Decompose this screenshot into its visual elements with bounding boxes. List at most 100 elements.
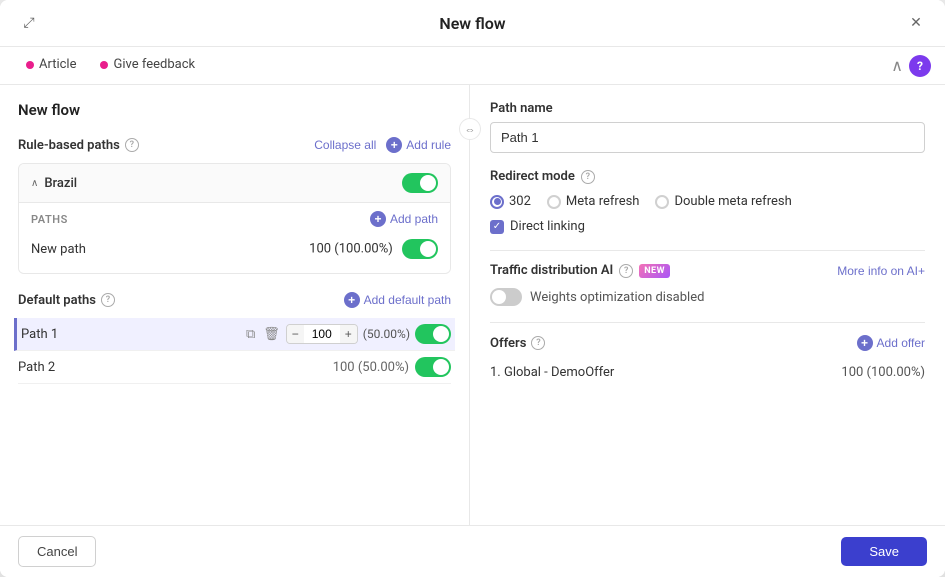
header-right-icons: ✕ [905, 12, 927, 34]
default-paths-header: Default paths ? + Add default path [18, 292, 451, 308]
offer-row-1: 1. Global - DemoOffer 100 (100.00%) [490, 361, 925, 384]
left-panel: New flow Rule-based paths ? Collapse all… [0, 85, 470, 525]
tab-feedback-dot [100, 61, 108, 69]
add-rule-label: Add rule [406, 138, 451, 152]
brazil-path-name: New path [31, 242, 86, 257]
rule-based-header: Rule-based paths ? Collapse all + Add ru… [18, 137, 451, 153]
path-1-toggle[interactable] [415, 324, 451, 344]
redirect-mode-section: Redirect mode ? 302 Meta refresh Double … [490, 169, 925, 234]
modal-footer: Cancel Save [0, 525, 945, 577]
weights-toggle[interactable] [490, 288, 522, 306]
copy-path-1-button[interactable]: ⧉ [244, 324, 257, 344]
radio-meta-refresh-label: Meta refresh [566, 194, 640, 209]
resize-handle[interactable]: ⇔ [459, 118, 481, 140]
separator-2 [490, 322, 925, 323]
add-rule-button[interactable]: + Add rule [386, 137, 451, 153]
radio-meta-refresh-circle [547, 195, 561, 209]
offers-label: Offers [490, 336, 526, 351]
default-path-row-1[interactable]: Path 1 ⧉ 🗑 − + (50.00%) [14, 318, 455, 351]
tab-article-dot [26, 61, 34, 69]
radio-double-meta-refresh-label: Double meta refresh [674, 194, 791, 209]
rule-group-brazil: ∧ Brazil PATHS + Add path New path [18, 163, 451, 274]
default-path-1-controls: ⧉ 🗑 [244, 324, 282, 344]
tabs-collapse-button[interactable]: ∧ [891, 56, 903, 76]
radio-double-meta-refresh-circle [655, 195, 669, 209]
add-default-path-button[interactable]: + Add default path [344, 292, 451, 308]
tab-feedback[interactable]: Give feedback [88, 47, 207, 84]
brazil-paths-header: PATHS + Add path [31, 211, 438, 227]
path-name-label: Path name [490, 101, 925, 116]
direct-linking-checkbox[interactable] [490, 220, 504, 234]
default-paths-section: Default paths ? + Add default path Path … [18, 292, 451, 384]
offer-1-weight: 100 (100.00%) [841, 365, 925, 380]
default-path-2-name: Path 2 [18, 360, 333, 375]
direct-linking-row: Direct linking [490, 219, 925, 234]
weight-plus-1-button[interactable]: + [340, 325, 357, 343]
rule-based-actions: Collapse all + Add rule [314, 137, 451, 153]
default-path-row-2[interactable]: Path 2 100 (50.00%) [18, 351, 451, 384]
radio-302-label: 302 [509, 194, 531, 209]
rule-based-help-icon[interactable]: ? [125, 138, 139, 152]
default-path-1-name: Path 1 [21, 327, 244, 342]
add-offer-button[interactable]: + Add offer [857, 335, 925, 351]
modal-header: ⤢ New flow ✕ [0, 0, 945, 47]
brazil-toggle[interactable] [402, 173, 438, 193]
redirect-mode-help-icon[interactable]: ? [581, 170, 595, 184]
right-panel: Path name Redirect mode ? 302 Meta refre… [470, 85, 945, 525]
close-icon[interactable]: ✕ [905, 12, 927, 34]
brazil-path-weight-value: 100 (100.00%) [309, 241, 393, 256]
modal-body: ⇔ New flow Rule-based paths ? Collapse a… [0, 85, 945, 525]
traffic-ai-header: Traffic distribution AI ? NEW More info … [490, 263, 925, 278]
modal-title: New flow [40, 14, 905, 33]
separator-1 [490, 250, 925, 251]
add-default-path-label: Add default path [364, 293, 451, 307]
redirect-mode-radio-group: 302 Meta refresh Double meta refresh [490, 194, 925, 209]
path-name-input[interactable] [490, 122, 925, 153]
modal: ⤢ New flow ✕ Article Give feedback ∧ ? ⇔… [0, 0, 945, 577]
rule-based-label: Rule-based paths [18, 138, 120, 153]
add-rule-icon: + [386, 137, 402, 153]
default-path-2-weight: 100 (50.00%) [333, 360, 409, 375]
redirect-mode-label: Redirect mode [490, 169, 575, 184]
brazil-label: Brazil [44, 176, 77, 191]
save-button[interactable]: Save [841, 537, 927, 566]
more-info-button[interactable]: More info on AI+ [837, 264, 925, 278]
path-2-percent: (50.00%) [358, 360, 409, 375]
weight-input-1[interactable] [304, 325, 340, 343]
default-paths-label: Default paths [18, 293, 96, 308]
brazil-path-toggle[interactable] [402, 239, 438, 259]
add-path-icon: + [370, 211, 386, 227]
add-default-path-icon: + [344, 292, 360, 308]
radio-double-meta-refresh[interactable]: Double meta refresh [655, 194, 791, 209]
offers-help-icon[interactable]: ? [531, 336, 545, 350]
left-panel-title: New flow [18, 101, 451, 119]
weight-minus-1-button[interactable]: − [287, 325, 304, 343]
add-path-button[interactable]: + Add path [370, 211, 438, 227]
collapse-all-button[interactable]: Collapse all [314, 138, 376, 152]
add-path-label: Add path [390, 212, 438, 226]
expand-icon[interactable]: ⤢ [18, 12, 40, 34]
radio-302-circle [490, 195, 504, 209]
tabs-right: ∧ ? [891, 55, 931, 77]
rule-group-brazil-name: ∧ Brazil [31, 176, 77, 191]
default-paths-help-icon[interactable]: ? [101, 293, 115, 307]
rule-based-title: Rule-based paths ? [18, 138, 139, 153]
offer-1-name: 1. Global - DemoOffer [490, 365, 614, 380]
weights-label: Weights optimization disabled [530, 290, 704, 305]
delete-path-1-button[interactable]: 🗑 [261, 324, 282, 344]
brazil-paths-section: PATHS + Add path New path 100 (100.00%) [19, 203, 450, 273]
default-paths-title: Default paths ? [18, 293, 115, 308]
tab-article-label: Article [39, 57, 76, 72]
brazil-chevron-icon: ∧ [31, 178, 38, 189]
brazil-path-row: New path 100 (100.00%) [31, 233, 438, 265]
traffic-ai-label: Traffic distribution AI [490, 263, 613, 278]
rule-group-brazil-header: ∧ Brazil [19, 164, 450, 203]
add-offer-icon: + [857, 335, 873, 351]
path-2-toggle[interactable] [415, 357, 451, 377]
traffic-ai-help-icon[interactable]: ? [619, 264, 633, 278]
tab-article[interactable]: Article [14, 47, 88, 84]
radio-302[interactable]: 302 [490, 194, 531, 209]
tabs-help-button[interactable]: ? [909, 55, 931, 77]
radio-meta-refresh[interactable]: Meta refresh [547, 194, 640, 209]
cancel-button[interactable]: Cancel [18, 536, 96, 567]
